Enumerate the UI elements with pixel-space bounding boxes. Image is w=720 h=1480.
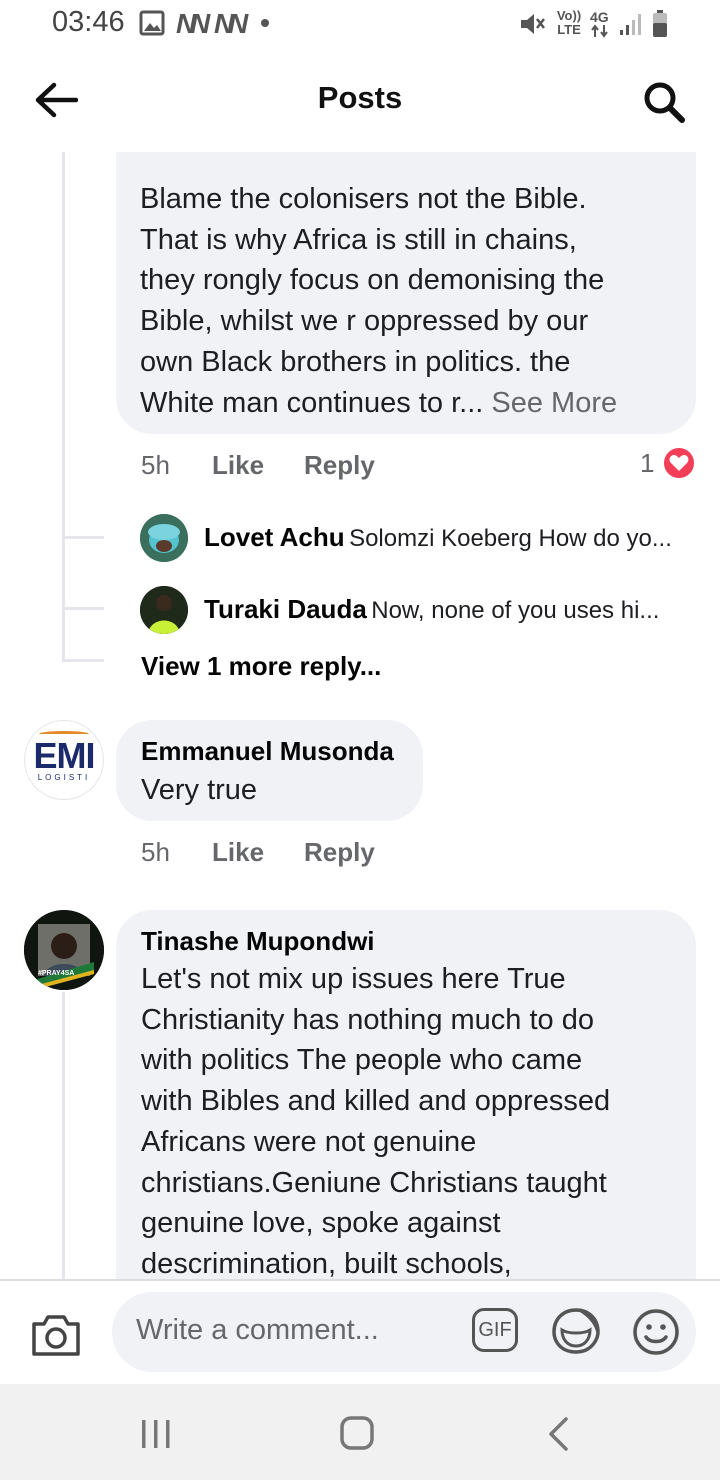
clock: 03:46 <box>52 6 125 38</box>
gallery-icon <box>139 10 165 36</box>
reaction-count[interactable]: 1 <box>640 448 654 479</box>
signal-icon <box>620 14 641 35</box>
home-icon[interactable] <box>338 1414 376 1452</box>
thread-line <box>62 536 104 539</box>
comment-author[interactable]: Emmanuel Musonda <box>141 736 394 767</box>
reply-button[interactable]: Reply <box>304 837 375 868</box>
svg-text:N: N <box>190 10 211 36</box>
data-arrows-icon <box>591 24 608 38</box>
notification-n-icon: N N <box>176 10 211 36</box>
camera-icon[interactable] <box>30 1312 82 1358</box>
comment-placeholder: Write a comment... <box>136 1314 379 1346</box>
like-button[interactable]: Like <box>212 837 264 868</box>
battery-icon <box>653 10 667 37</box>
avatar-image <box>140 514 188 562</box>
comment-author[interactable]: Tinashe Mupondwi <box>141 926 375 957</box>
search-icon[interactable] <box>642 80 686 124</box>
reply-author[interactable]: Turaki Dauda <box>204 594 367 624</box>
divider <box>0 1279 720 1281</box>
comment-time: 5h <box>141 450 170 480</box>
page-title: Posts <box>317 80 403 115</box>
avatar-image <box>24 910 104 990</box>
avatar[interactable]: EMI LOGISTI <box>24 720 104 800</box>
network-type: 4G <box>590 9 609 25</box>
avatar[interactable] <box>140 514 188 562</box>
status-bar: 03:46 N N N N Vo)) LTE 4G <box>0 0 720 50</box>
reply-snippet: Solomzi Koeberg How do yo... <box>349 525 672 552</box>
avatar[interactable]: #PRAY4SA <box>24 910 104 990</box>
emoji-icon[interactable] <box>630 1306 682 1358</box>
comment-text: Let's not mix up issues here True Christ… <box>141 963 611 1280</box>
recent-apps-icon[interactable] <box>138 1418 174 1450</box>
love-reaction-icon[interactable] <box>662 446 696 480</box>
reply-preview[interactable]: Turaki Dauda Now, none of you uses hi... <box>204 594 659 625</box>
reply-snippet: Now, none of you uses hi... <box>371 597 660 624</box>
avatar[interactable] <box>140 586 188 634</box>
system-nav-bar <box>0 1384 720 1480</box>
avatar-tag: #PRAY4SA <box>38 970 75 977</box>
view-more-replies-link[interactable]: View 1 more reply... <box>141 651 381 682</box>
avatar-logo-sub: LOGISTI <box>37 773 91 782</box>
svg-text:N: N <box>228 10 249 36</box>
more-notifications-dot <box>261 19 269 27</box>
reply-author[interactable]: Lovet Achu <box>204 522 345 552</box>
comment-text: Very true <box>141 774 258 806</box>
like-button[interactable]: Like <box>212 450 264 481</box>
avatar-image <box>140 586 188 634</box>
thread-line <box>62 607 104 610</box>
mute-icon <box>521 14 545 34</box>
comment-time: 5h <box>141 837 170 867</box>
reply-button[interactable]: Reply <box>304 450 375 481</box>
back-nav-icon[interactable] <box>546 1416 572 1452</box>
thread-line <box>62 152 65 662</box>
gif-button[interactable]: GIF <box>472 1308 518 1352</box>
notification-n-icon: N N <box>214 10 249 36</box>
reply-preview[interactable]: Lovet Achu Solomzi Koeberg How do yo... <box>204 522 672 553</box>
thread-line <box>62 992 65 1280</box>
volte-indicator: Vo)) LTE <box>556 8 582 37</box>
thread-line <box>62 659 104 662</box>
avatar-logo-swoosh <box>39 731 89 737</box>
sticker-icon[interactable] <box>550 1306 602 1358</box>
see-more-link[interactable]: See More <box>491 387 617 419</box>
avatar-logo: EMI <box>33 735 95 776</box>
comment-text: Blame the colonisers not the Bible. That… <box>140 183 618 419</box>
